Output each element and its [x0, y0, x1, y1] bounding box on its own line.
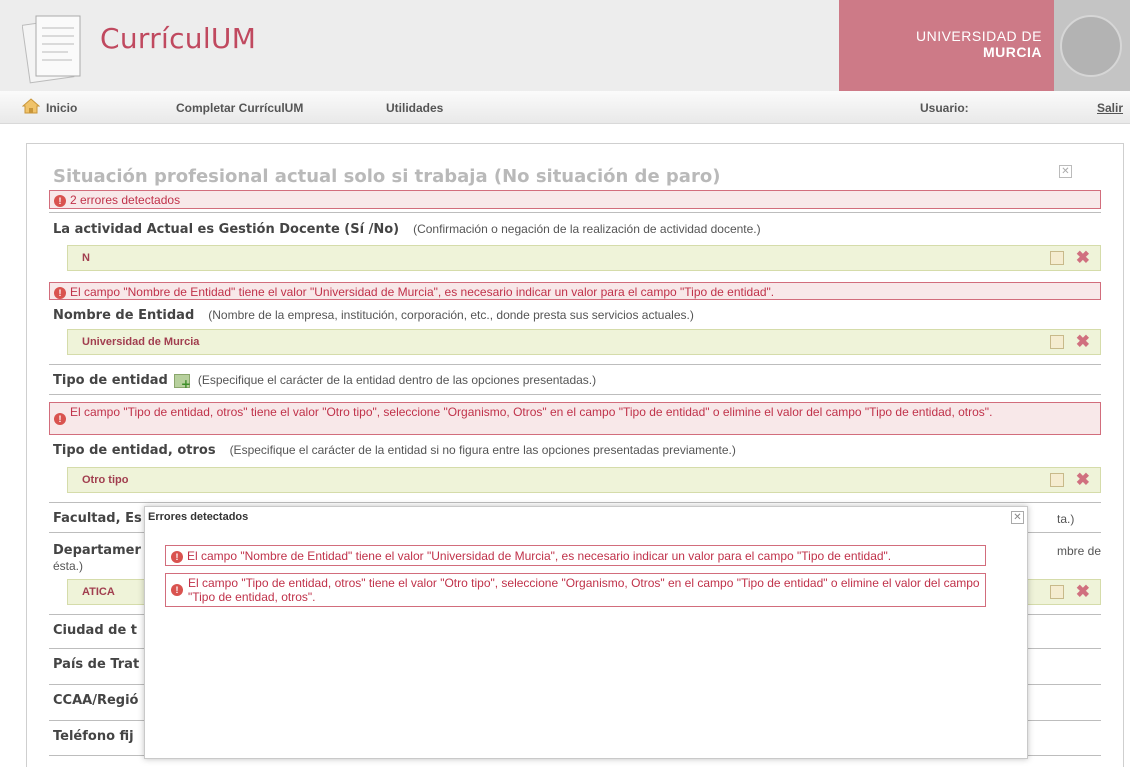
- logout-link[interactable]: Salir: [1097, 101, 1123, 115]
- error-icon: !: [171, 550, 183, 563]
- field-error-text: El campo "Tipo de entidad, otros" tiene …: [70, 405, 993, 419]
- nav-complete-curriculum[interactable]: Completar CurrículUM: [176, 101, 303, 115]
- field-error-text: El campo "Nombre de Entidad" tiene el va…: [70, 285, 775, 299]
- field-region-label: CCAA/Regió: [53, 693, 139, 708]
- field-entity-type-label: Tipo de entidad (Especifique el carácter …: [53, 373, 597, 391]
- dialog-error-text: El campo "Nombre de Entidad" tiene el va…: [187, 549, 892, 563]
- main-nav: Inicio Completar CurrículUM Utilidades U…: [0, 91, 1130, 124]
- field-entity-name-value: Universidad de Murcia ✖: [67, 329, 1101, 355]
- field-value-text: ATICA: [82, 586, 115, 598]
- delete-icon[interactable]: ✖: [1076, 332, 1090, 352]
- home-icon[interactable]: [22, 98, 40, 114]
- university-seal-area: [1054, 0, 1130, 91]
- app-title: CurrículUM: [100, 22, 257, 55]
- nav-home[interactable]: Inicio: [46, 101, 77, 115]
- add-value-icon[interactable]: [173, 373, 191, 391]
- divider: [49, 394, 1101, 395]
- dialog-error-text: El campo "Tipo de entidad, otros" tiene …: [188, 576, 980, 604]
- field-value-text: Otro tipo: [82, 474, 129, 486]
- edit-icon[interactable]: [1050, 335, 1064, 349]
- field-error: ! El campo "Nombre de Entidad" tiene el v…: [49, 282, 1101, 300]
- error-summary: ! 2 errores detectados: [49, 190, 1101, 209]
- errors-dialog: Errores detectados ✕ ! El campo "Nombre d…: [144, 506, 1028, 759]
- edit-icon[interactable]: [1050, 473, 1064, 487]
- field-teaching-activity-value: N ✖: [67, 245, 1101, 271]
- divider: [49, 212, 1101, 213]
- field-help-text: (Especifique el carácter de la entidad s…: [229, 443, 736, 457]
- field-teaching-activity-label: La actividad Actual es Gestión Docente (…: [53, 222, 761, 237]
- edit-icon[interactable]: [1050, 251, 1064, 265]
- field-entity-type-other-label: Tipo de entidad, otros (Especifique el ca…: [53, 443, 736, 458]
- field-help-text: (Nombre de la empresa, institución, corp…: [208, 308, 694, 322]
- field-help-text: (Especifique el carácter de la entidad d…: [197, 373, 597, 387]
- field-value-text: Universidad de Murcia: [82, 336, 200, 348]
- dialog-error-item: ! El campo "Tipo de entidad, otros" tiene…: [165, 573, 986, 607]
- nav-utilities[interactable]: Utilidades: [386, 101, 443, 115]
- field-faculty-label: Facultad, Es: [53, 511, 142, 526]
- university-seal-icon: [1060, 15, 1122, 77]
- error-icon: !: [171, 584, 183, 596]
- field-help-tail: mbre de: [1057, 544, 1102, 558]
- field-label-text: Nombre de Entidad: [53, 308, 195, 323]
- university-logo: UNIVERSIDAD DE MURCIA: [839, 0, 1054, 91]
- field-department-label: Departamer: [53, 543, 141, 558]
- field-label-text: Tipo de entidad: [53, 373, 168, 388]
- field-error: ! El campo "Tipo de entidad, otros" tiene…: [49, 402, 1101, 435]
- field-label-text: La actividad Actual es Gestión Docente (…: [53, 222, 400, 237]
- field-help-text: (Confirmación o negación de la realizaci…: [413, 222, 761, 236]
- field-label-text: Tipo de entidad, otros: [53, 443, 216, 458]
- app-header: CurrículUM UNIVERSIDAD DE MURCIA: [0, 0, 1130, 91]
- user-label: Usuario:: [920, 101, 969, 115]
- field-help-wrap: ésta.): [53, 559, 84, 573]
- field-value-text: N: [82, 252, 90, 264]
- panel-close-icon[interactable]: ✕: [1059, 165, 1072, 178]
- error-icon: !: [54, 286, 66, 299]
- divider: [49, 502, 1101, 503]
- error-summary-text: 2 errores detectados: [70, 193, 181, 207]
- delete-icon[interactable]: ✖: [1076, 248, 1090, 268]
- delete-icon[interactable]: ✖: [1076, 582, 1090, 602]
- edit-icon[interactable]: [1050, 585, 1064, 599]
- divider: [49, 364, 1101, 365]
- document-stack-icon: [22, 15, 81, 84]
- field-entity-name-label: Nombre de Entidad (Nombre de la empresa, …: [53, 308, 694, 323]
- field-country-label: País de Trat: [53, 657, 140, 672]
- error-icon: !: [54, 413, 66, 425]
- field-phone-label: Teléfono fij: [53, 729, 134, 744]
- university-name-line2: MURCIA: [983, 44, 1042, 60]
- university-name-line1: UNIVERSIDAD DE: [915, 28, 1042, 44]
- error-icon: !: [54, 194, 66, 207]
- dialog-title: Errores detectados: [148, 511, 249, 523]
- panel-title: Situación profesional actual solo si tra…: [53, 166, 721, 187]
- dialog-close-icon[interactable]: ✕: [1011, 511, 1024, 524]
- delete-icon[interactable]: ✖: [1076, 470, 1090, 490]
- field-entity-type-other-value: Otro tipo ✖: [67, 467, 1101, 493]
- dialog-error-item: ! El campo "Nombre de Entidad" tiene el v…: [165, 545, 986, 566]
- field-help-tail: ta.): [1057, 512, 1075, 526]
- field-city-label: Ciudad de t: [53, 623, 138, 638]
